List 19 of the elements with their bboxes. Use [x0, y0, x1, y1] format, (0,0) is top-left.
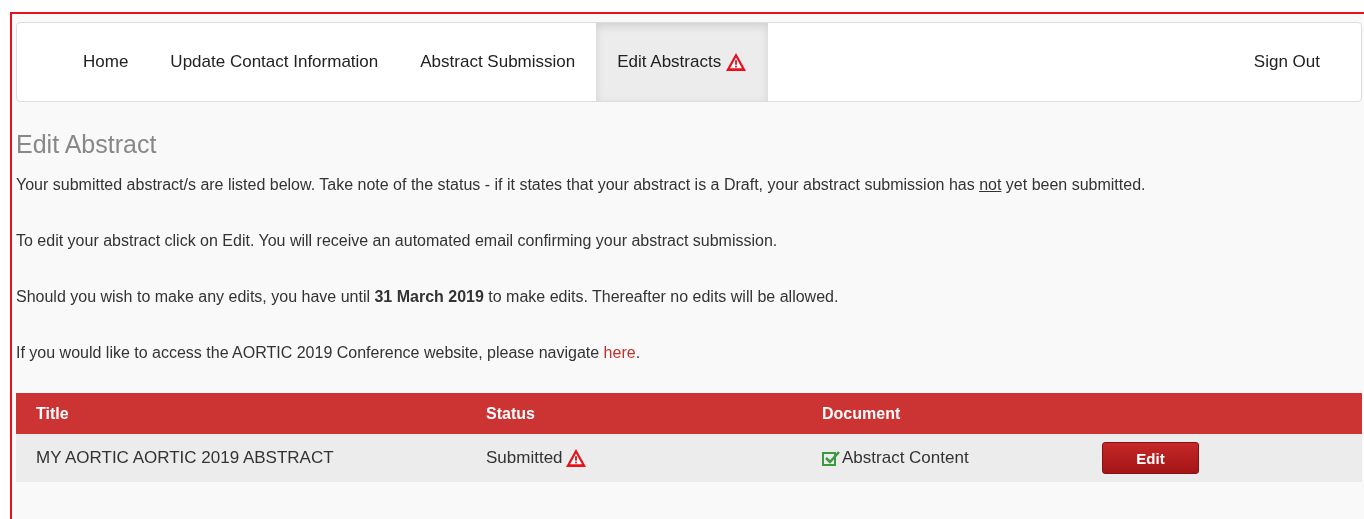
warning-icon — [564, 448, 587, 468]
page-heading: Edit Abstract — [16, 130, 158, 159]
nav-tab[interactable]: Abstract Submission — [399, 23, 597, 101]
title-cell-text: MY AORTIC AORTIC 2019 ABSTRACT — [36, 448, 335, 468]
nav-tab[interactable]: Home — [62, 23, 150, 101]
paragraph: Your submitted abstract/s are listed below. Take note of the status - if it states that your abstract is a Draft, your abstract submission has not yet been submitted. — [16, 175, 1147, 195]
warning-icon — [725, 52, 748, 72]
paragraph: If you would like to access the AORTIC 2019 Conference website, please navigate here. — [16, 343, 642, 363]
status-text: Submitted — [486, 448, 563, 468]
column-header: Title — [36, 404, 70, 423]
nav-tab[interactable]: Update Contact Information — [149, 23, 400, 101]
column-header: Document — [822, 404, 902, 423]
sign-out-link[interactable]: Sign Out — [1232, 23, 1361, 101]
paragraph: To edit your abstract click on Edit. You will receive an automated email confirming your abstract submission. — [16, 231, 779, 251]
here-link[interactable]: here — [603, 344, 636, 361]
edit-button[interactable]: Edit — [1102, 442, 1199, 474]
nav-tab[interactable]: Edit Abstracts — [596, 23, 769, 101]
paragraph: Should you wish to make any edits, you have until 31 March 2019 to make edits. Thereafter no edits will be allowed. — [16, 287, 840, 307]
column-header: Status — [486, 404, 536, 423]
